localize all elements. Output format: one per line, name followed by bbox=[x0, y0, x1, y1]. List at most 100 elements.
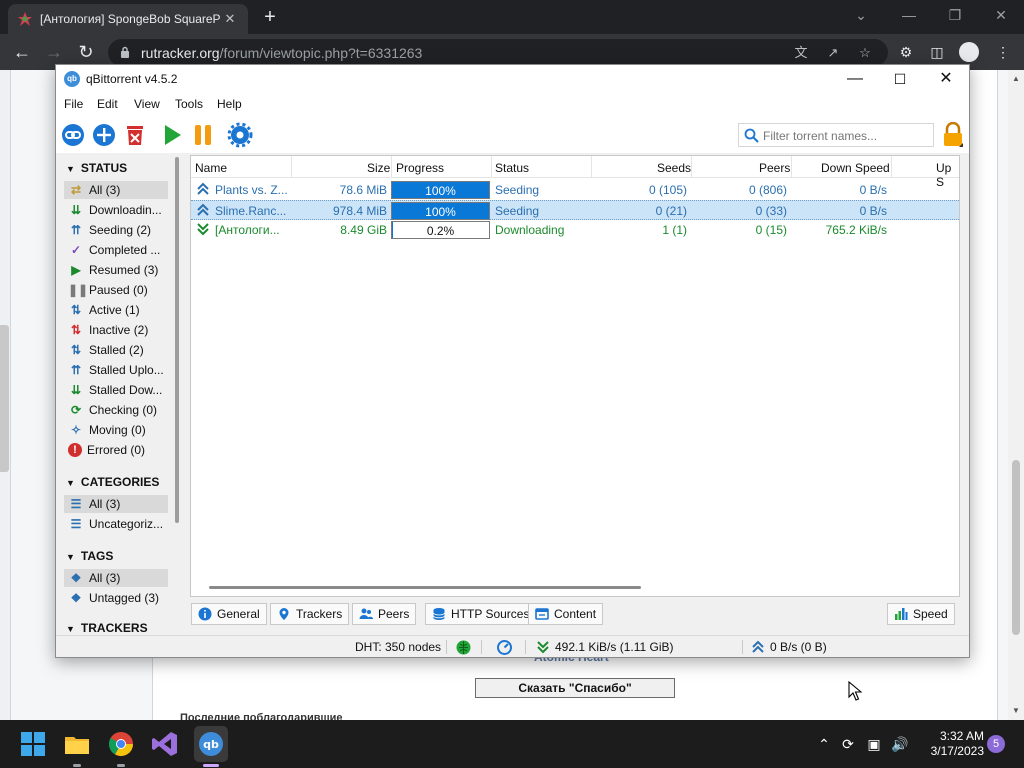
resume-play-icon[interactable] bbox=[159, 122, 185, 148]
tab-http-sources[interactable]: HTTP Sources bbox=[425, 603, 537, 625]
file-explorer-icon[interactable] bbox=[63, 730, 91, 758]
back-arrow-icon[interactable]: ← bbox=[10, 41, 34, 65]
menu-file[interactable]: File bbox=[64, 97, 83, 111]
volume-icon[interactable]: 🔊 bbox=[890, 734, 910, 754]
status-all[interactable]: ⇄ All (3) bbox=[64, 181, 168, 199]
qb-title-bar: qb qBittorrent v4.5.2 — ☐ ✕ bbox=[56, 65, 969, 93]
torrent-row[interactable]: Plants vs. Z... 78.6 MiB 100% Seeding 0 … bbox=[191, 180, 959, 200]
scroll-down-icon[interactable]: ▼ bbox=[1011, 706, 1021, 715]
tag-untagged[interactable]: ❖ Untagged (3) bbox=[64, 589, 168, 607]
column-seeds[interactable]: Seeds bbox=[657, 161, 691, 175]
tab-peers[interactable]: Peers bbox=[352, 603, 417, 625]
category-item-label: Uncategoriz... bbox=[89, 517, 164, 531]
browser-minimize-button[interactable]: — bbox=[886, 4, 932, 26]
qb-minimize-button[interactable]: — bbox=[832, 68, 878, 90]
status-item-label: Inactive (2) bbox=[89, 323, 149, 337]
column-progress[interactable]: Progress bbox=[396, 161, 444, 175]
filter-torrents-input[interactable]: Filter torrent names... bbox=[738, 123, 934, 147]
translate-icon[interactable]: 文 bbox=[792, 44, 810, 62]
update-sync-icon[interactable]: ⟳ bbox=[838, 734, 858, 754]
column-peers[interactable]: Peers bbox=[759, 161, 790, 175]
forward-arrow-icon[interactable]: → bbox=[42, 41, 66, 65]
lock-ui-icon[interactable] bbox=[941, 122, 965, 148]
extensions-puzzle-icon[interactable]: ⚙ bbox=[896, 42, 916, 62]
status-seeding[interactable]: ⇈ Seeding (2) bbox=[64, 221, 168, 239]
status-inactive[interactable]: ⇅ Inactive (2) bbox=[64, 321, 168, 339]
address-bar[interactable]: rutracker.org/forum/viewtopic.php?t=6331… bbox=[108, 39, 888, 66]
status-downloading[interactable]: ⇊ Downloadin... bbox=[64, 201, 168, 219]
column-down-speed[interactable]: Down Speed bbox=[821, 161, 890, 175]
status-resumed[interactable]: ▶ Resumed (3) bbox=[64, 261, 168, 279]
tab-general[interactable]: General bbox=[191, 603, 267, 625]
categories-section-header[interactable]: ▼ CATEGORIES bbox=[66, 475, 159, 489]
menu-edit[interactable]: Edit bbox=[97, 97, 118, 111]
menu-help[interactable]: Help bbox=[217, 97, 242, 111]
status-checking[interactable]: ⟳ Checking (0) bbox=[64, 401, 168, 419]
add-link-icon[interactable] bbox=[60, 122, 86, 148]
column-size[interactable]: Size bbox=[367, 161, 390, 175]
status-header-label: STATUS bbox=[80, 161, 128, 175]
status-paused[interactable]: ❚❚ Paused (0) bbox=[64, 281, 168, 299]
alt-speed-icon[interactable] bbox=[497, 640, 512, 655]
tags-section-header[interactable]: ▼ TAGS bbox=[66, 549, 113, 563]
torrent-row[interactable]: [Антологи... 8.49 GiB 0.2% Downloading 1… bbox=[191, 220, 959, 240]
chrome-icon[interactable] bbox=[107, 730, 135, 758]
visual-studio-icon[interactable] bbox=[151, 730, 179, 758]
add-torrent-icon[interactable] bbox=[91, 122, 117, 148]
menu-tools[interactable]: Tools bbox=[175, 97, 203, 111]
side-panel-icon[interactable]: ◫ bbox=[927, 42, 947, 62]
more-menu-icon[interactable]: ⋮ bbox=[993, 42, 1013, 62]
connection-status-icon[interactable] bbox=[456, 640, 471, 655]
status-completed[interactable]: ✓ Completed ... bbox=[64, 241, 168, 259]
scroll-up-icon[interactable]: ▲ bbox=[1011, 74, 1021, 83]
download-speed-text[interactable]: 492.1 KiB/s (1.11 GiB) bbox=[555, 640, 674, 654]
tab-content[interactable]: Content bbox=[528, 603, 604, 625]
profile-avatar-icon[interactable] bbox=[959, 42, 979, 62]
column-name[interactable]: Name bbox=[195, 161, 227, 175]
tab-label: Trackers bbox=[296, 607, 343, 621]
system-clock[interactable]: 3:32 AM 3/17/2023 bbox=[918, 729, 984, 759]
tab-trackers[interactable]: Trackers bbox=[270, 603, 350, 625]
notification-badge[interactable]: 5 bbox=[987, 735, 1005, 753]
new-tab-button[interactable]: + bbox=[259, 6, 281, 28]
tab-search-icon[interactable]: ⌄ bbox=[838, 4, 884, 26]
qb-maximize-button[interactable]: ☐ bbox=[877, 68, 923, 90]
scroll-thumb[interactable] bbox=[1012, 460, 1020, 635]
bookmark-star-icon[interactable]: ☆ bbox=[856, 44, 874, 62]
column-status[interactable]: Status bbox=[495, 161, 529, 175]
status-moving[interactable]: ✧ Moving (0) bbox=[64, 421, 168, 439]
browser-close-button[interactable]: ✕ bbox=[978, 4, 1024, 26]
say-thanks-button[interactable]: Сказать "Спасибо" bbox=[475, 678, 675, 698]
tab-close-icon[interactable]: ✕ bbox=[222, 11, 238, 27]
sidebar-scrollbar[interactable] bbox=[175, 157, 179, 523]
category-all[interactable]: ☰ All (3) bbox=[64, 495, 168, 513]
status-section-header[interactable]: ▼ STATUS bbox=[66, 161, 127, 175]
browser-tab[interactable]: [Антология] SpongeBob SquareP ✕ bbox=[8, 4, 248, 34]
status-active[interactable]: ⇅ Active (1) bbox=[64, 301, 168, 319]
menu-view[interactable]: View bbox=[134, 97, 160, 111]
tray-overflow-chevron-icon[interactable]: ⌃ bbox=[814, 734, 834, 754]
status-errored[interactable]: ! Errored (0) bbox=[64, 441, 168, 459]
qbittorrent-taskbar-icon[interactable]: qb bbox=[197, 730, 225, 758]
options-gear-icon[interactable] bbox=[227, 122, 253, 148]
reload-icon[interactable]: ↻ bbox=[74, 41, 98, 65]
qb-close-button[interactable]: ✕ bbox=[923, 68, 969, 90]
trackers-header-label: TRACKERS bbox=[80, 621, 148, 633]
status-stalled-downloading[interactable]: ⇊ Stalled Dow... bbox=[64, 381, 168, 399]
tab-speed[interactable]: Speed bbox=[887, 603, 955, 625]
page-scrollbar[interactable]: ▲ ▼ bbox=[1008, 70, 1024, 720]
list-horizontal-scrollbar[interactable] bbox=[209, 586, 641, 589]
share-icon[interactable]: ↗ bbox=[824, 44, 842, 62]
delete-torrent-icon[interactable] bbox=[122, 122, 148, 148]
tag-all[interactable]: ❖ All (3) bbox=[64, 569, 168, 587]
windows-start-icon[interactable] bbox=[19, 730, 47, 758]
upload-speed-text[interactable]: 0 B/s (0 B) bbox=[770, 640, 827, 654]
trackers-section-header[interactable]: ▼ TRACKERS bbox=[66, 621, 148, 633]
pause-icon[interactable] bbox=[190, 122, 216, 148]
network-icon[interactable]: ▣ bbox=[864, 734, 884, 754]
status-stalled[interactable]: ⇅ Stalled (2) bbox=[64, 341, 168, 359]
status-stalled-uploading[interactable]: ⇈ Stalled Uplo... bbox=[64, 361, 168, 379]
category-uncategorized[interactable]: ☰ Uncategoriz... bbox=[64, 515, 168, 533]
torrent-row[interactable]: Slime.Ranc... 978.4 MiB 100% Seeding 0 (… bbox=[191, 200, 959, 220]
browser-restore-button[interactable]: ❐ bbox=[932, 4, 978, 26]
